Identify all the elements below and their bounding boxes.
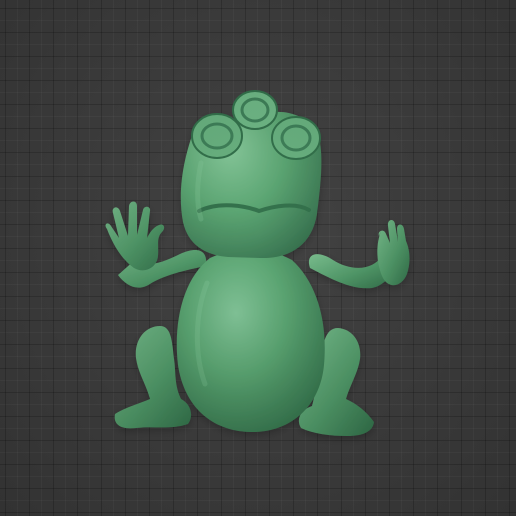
3d-viewport[interactable] bbox=[0, 0, 516, 516]
right-hand bbox=[377, 220, 410, 286]
frog-model[interactable] bbox=[0, 0, 516, 516]
left-hand bbox=[105, 201, 165, 271]
